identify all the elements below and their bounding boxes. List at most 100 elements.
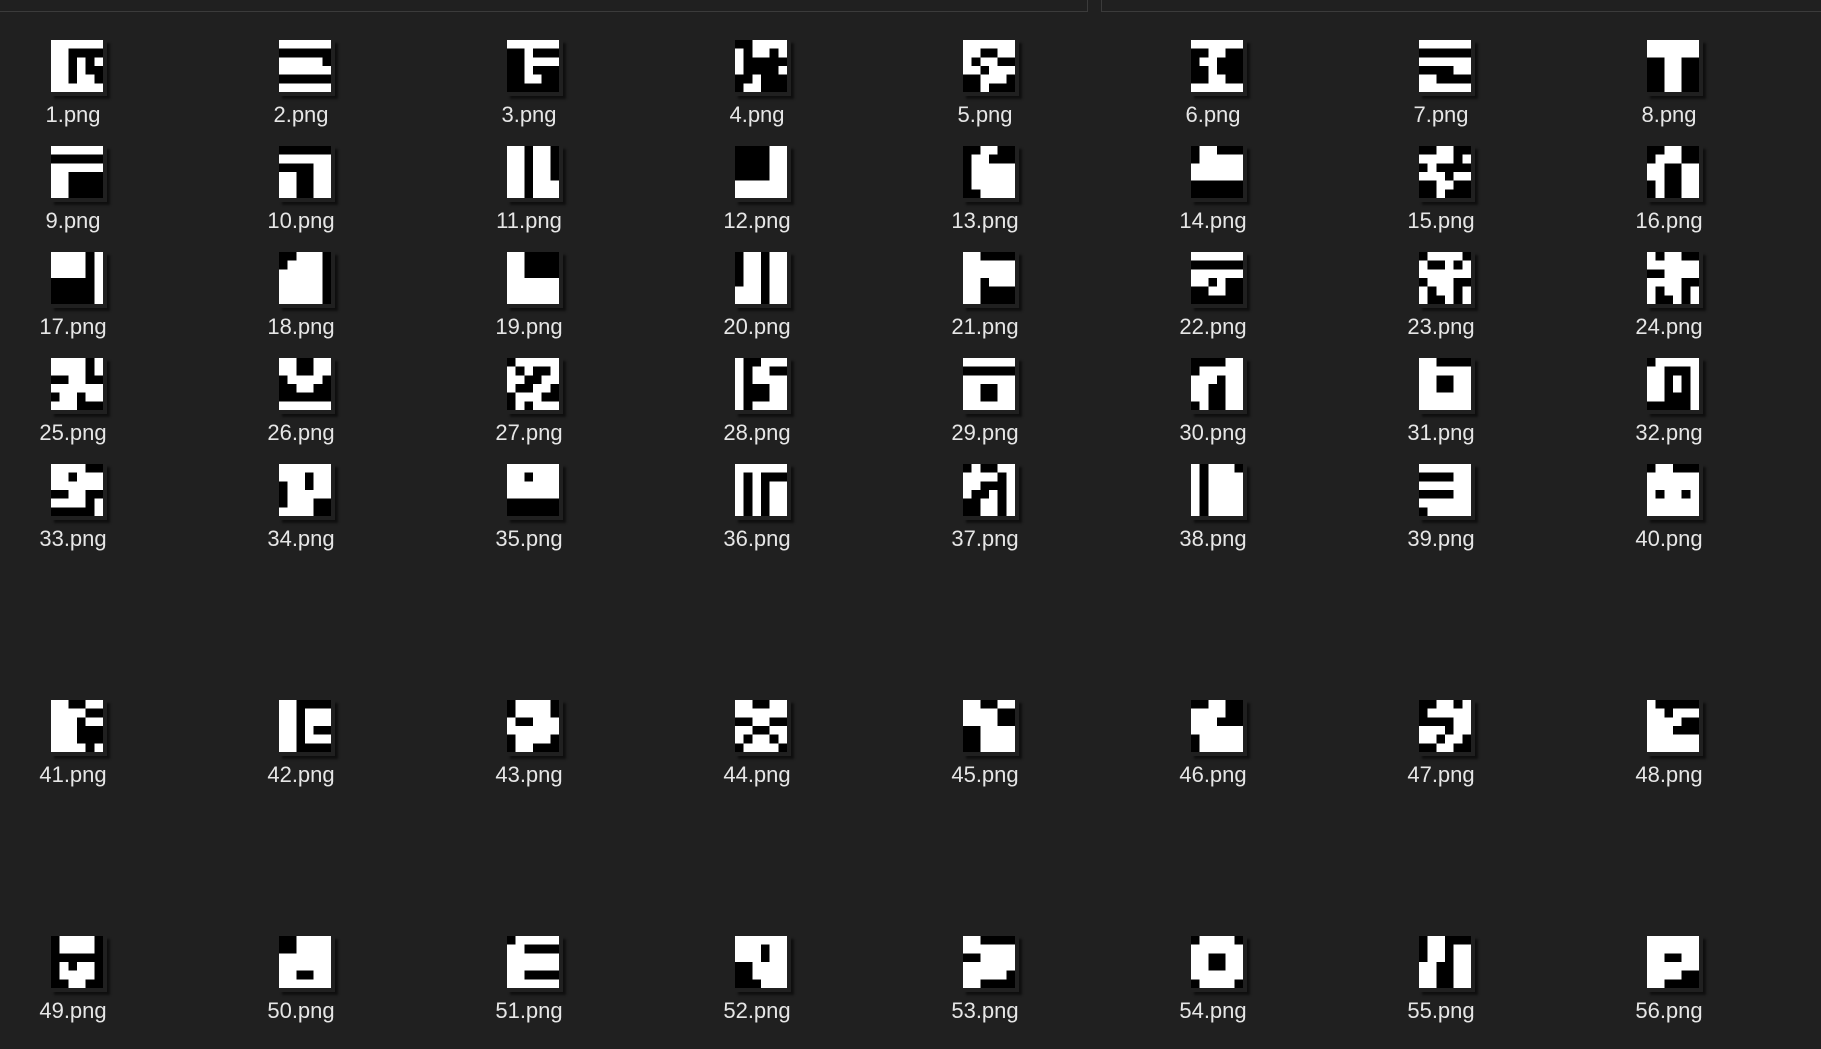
- file-item[interactable]: 2.png: [206, 40, 396, 140]
- file-item[interactable]: 42.png: [206, 700, 396, 800]
- image-thumbnail-icon: [279, 700, 335, 756]
- file-item[interactable]: 32.png: [1574, 358, 1764, 458]
- file-item[interactable]: 21.png: [890, 252, 1080, 352]
- file-name-label: 30.png: [1179, 420, 1247, 445]
- file-name-label: 54.png: [1179, 998, 1247, 1023]
- file-item[interactable]: 20.png: [662, 252, 852, 352]
- file-item[interactable]: 45.png: [890, 700, 1080, 800]
- file-item[interactable]: 41.png: [0, 700, 168, 800]
- file-item[interactable]: 46.png: [1118, 700, 1308, 800]
- file-name-label: 21.png: [951, 314, 1019, 339]
- file-item[interactable]: 9.png: [0, 146, 168, 246]
- file-item[interactable]: 49.png: [0, 936, 168, 1036]
- file-item[interactable]: 37.png: [890, 464, 1080, 564]
- file-item[interactable]: 5.png: [890, 40, 1080, 140]
- file-item[interactable]: 29.png: [890, 358, 1080, 458]
- file-item[interactable]: 10.png: [206, 146, 396, 246]
- image-thumbnail-icon: [51, 700, 107, 756]
- image-thumbnail-icon: [1647, 936, 1703, 992]
- image-thumbnail-icon: [1419, 358, 1475, 414]
- file-name-label: 40.png: [1635, 526, 1703, 551]
- file-item[interactable]: 52.png: [662, 936, 852, 1036]
- file-name-label: 12.png: [723, 208, 791, 233]
- image-thumbnail-icon: [1647, 40, 1703, 96]
- file-name-label: 42.png: [267, 762, 335, 787]
- image-thumbnail-icon: [1647, 358, 1703, 414]
- file-name-label: 25.png: [39, 420, 107, 445]
- file-item[interactable]: 56.png: [1574, 936, 1764, 1036]
- image-thumbnail-icon: [735, 936, 791, 992]
- image-thumbnail-icon: [963, 146, 1019, 202]
- image-thumbnail-icon: [51, 936, 107, 992]
- file-item[interactable]: 44.png: [662, 700, 852, 800]
- file-name-label: 34.png: [267, 526, 335, 551]
- file-item[interactable]: 50.png: [206, 936, 396, 1036]
- file-item[interactable]: 6.png: [1118, 40, 1308, 140]
- file-name-label: 48.png: [1635, 762, 1703, 787]
- image-thumbnail-icon: [963, 936, 1019, 992]
- file-item[interactable]: 34.png: [206, 464, 396, 564]
- image-thumbnail-icon: [963, 700, 1019, 756]
- image-thumbnail-icon: [507, 40, 563, 96]
- file-item[interactable]: 7.png: [1346, 40, 1536, 140]
- file-item[interactable]: 18.png: [206, 252, 396, 352]
- file-name-label: 22.png: [1179, 314, 1247, 339]
- file-item[interactable]: 33.png: [0, 464, 168, 564]
- file-item[interactable]: 8.png: [1574, 40, 1764, 140]
- image-thumbnail-icon: [963, 464, 1019, 520]
- file-item[interactable]: 38.png: [1118, 464, 1308, 564]
- file-item[interactable]: 1.png: [0, 40, 168, 140]
- image-thumbnail-icon: [507, 358, 563, 414]
- file-item[interactable]: 14.png: [1118, 146, 1308, 246]
- file-name-label: 15.png: [1407, 208, 1475, 233]
- file-name-label: 31.png: [1407, 420, 1475, 445]
- file-name-label: 45.png: [951, 762, 1019, 787]
- file-item[interactable]: 40.png: [1574, 464, 1764, 564]
- file-item[interactable]: 53.png: [890, 936, 1080, 1036]
- file-item[interactable]: 26.png: [206, 358, 396, 458]
- file-item[interactable]: 30.png: [1118, 358, 1308, 458]
- file-item[interactable]: 27.png: [434, 358, 624, 458]
- file-item[interactable]: 23.png: [1346, 252, 1536, 352]
- file-item[interactable]: 51.png: [434, 936, 624, 1036]
- image-thumbnail-icon: [1647, 146, 1703, 202]
- file-item[interactable]: 22.png: [1118, 252, 1308, 352]
- file-item[interactable]: 24.png: [1574, 252, 1764, 352]
- file-item[interactable]: 54.png: [1118, 936, 1308, 1036]
- file-item[interactable]: 16.png: [1574, 146, 1764, 246]
- file-item[interactable]: 19.png: [434, 252, 624, 352]
- file-item[interactable]: 39.png: [1346, 464, 1536, 564]
- file-name-label: 1.png: [45, 102, 101, 127]
- file-name-label: 6.png: [1185, 102, 1241, 127]
- file-name-label: 44.png: [723, 762, 791, 787]
- file-name-label: 24.png: [1635, 314, 1703, 339]
- file-name-label: 5.png: [957, 102, 1013, 127]
- image-thumbnail-icon: [1191, 700, 1247, 756]
- file-item[interactable]: 47.png: [1346, 700, 1536, 800]
- file-item[interactable]: 55.png: [1346, 936, 1536, 1036]
- file-item[interactable]: 28.png: [662, 358, 852, 458]
- image-thumbnail-icon: [1191, 358, 1247, 414]
- image-thumbnail-icon: [1191, 464, 1247, 520]
- file-name-label: 39.png: [1407, 526, 1475, 551]
- file-item[interactable]: 36.png: [662, 464, 852, 564]
- file-item[interactable]: 31.png: [1346, 358, 1536, 458]
- file-item[interactable]: 25.png: [0, 358, 168, 458]
- file-item[interactable]: 17.png: [0, 252, 168, 352]
- image-thumbnail-icon: [51, 252, 107, 308]
- file-item[interactable]: 13.png: [890, 146, 1080, 246]
- file-name-label: 28.png: [723, 420, 791, 445]
- file-name-label: 32.png: [1635, 420, 1703, 445]
- file-item[interactable]: 11.png: [434, 146, 624, 246]
- file-name-label: 37.png: [951, 526, 1019, 551]
- file-item[interactable]: 3.png: [434, 40, 624, 140]
- image-thumbnail-icon: [1191, 936, 1247, 992]
- file-item[interactable]: 35.png: [434, 464, 624, 564]
- file-item[interactable]: 48.png: [1574, 700, 1764, 800]
- file-item[interactable]: 12.png: [662, 146, 852, 246]
- file-item[interactable]: 15.png: [1346, 146, 1536, 246]
- file-item[interactable]: 43.png: [434, 700, 624, 800]
- image-thumbnail-icon: [279, 358, 335, 414]
- file-item[interactable]: 4.png: [662, 40, 852, 140]
- file-name-label: 35.png: [495, 526, 563, 551]
